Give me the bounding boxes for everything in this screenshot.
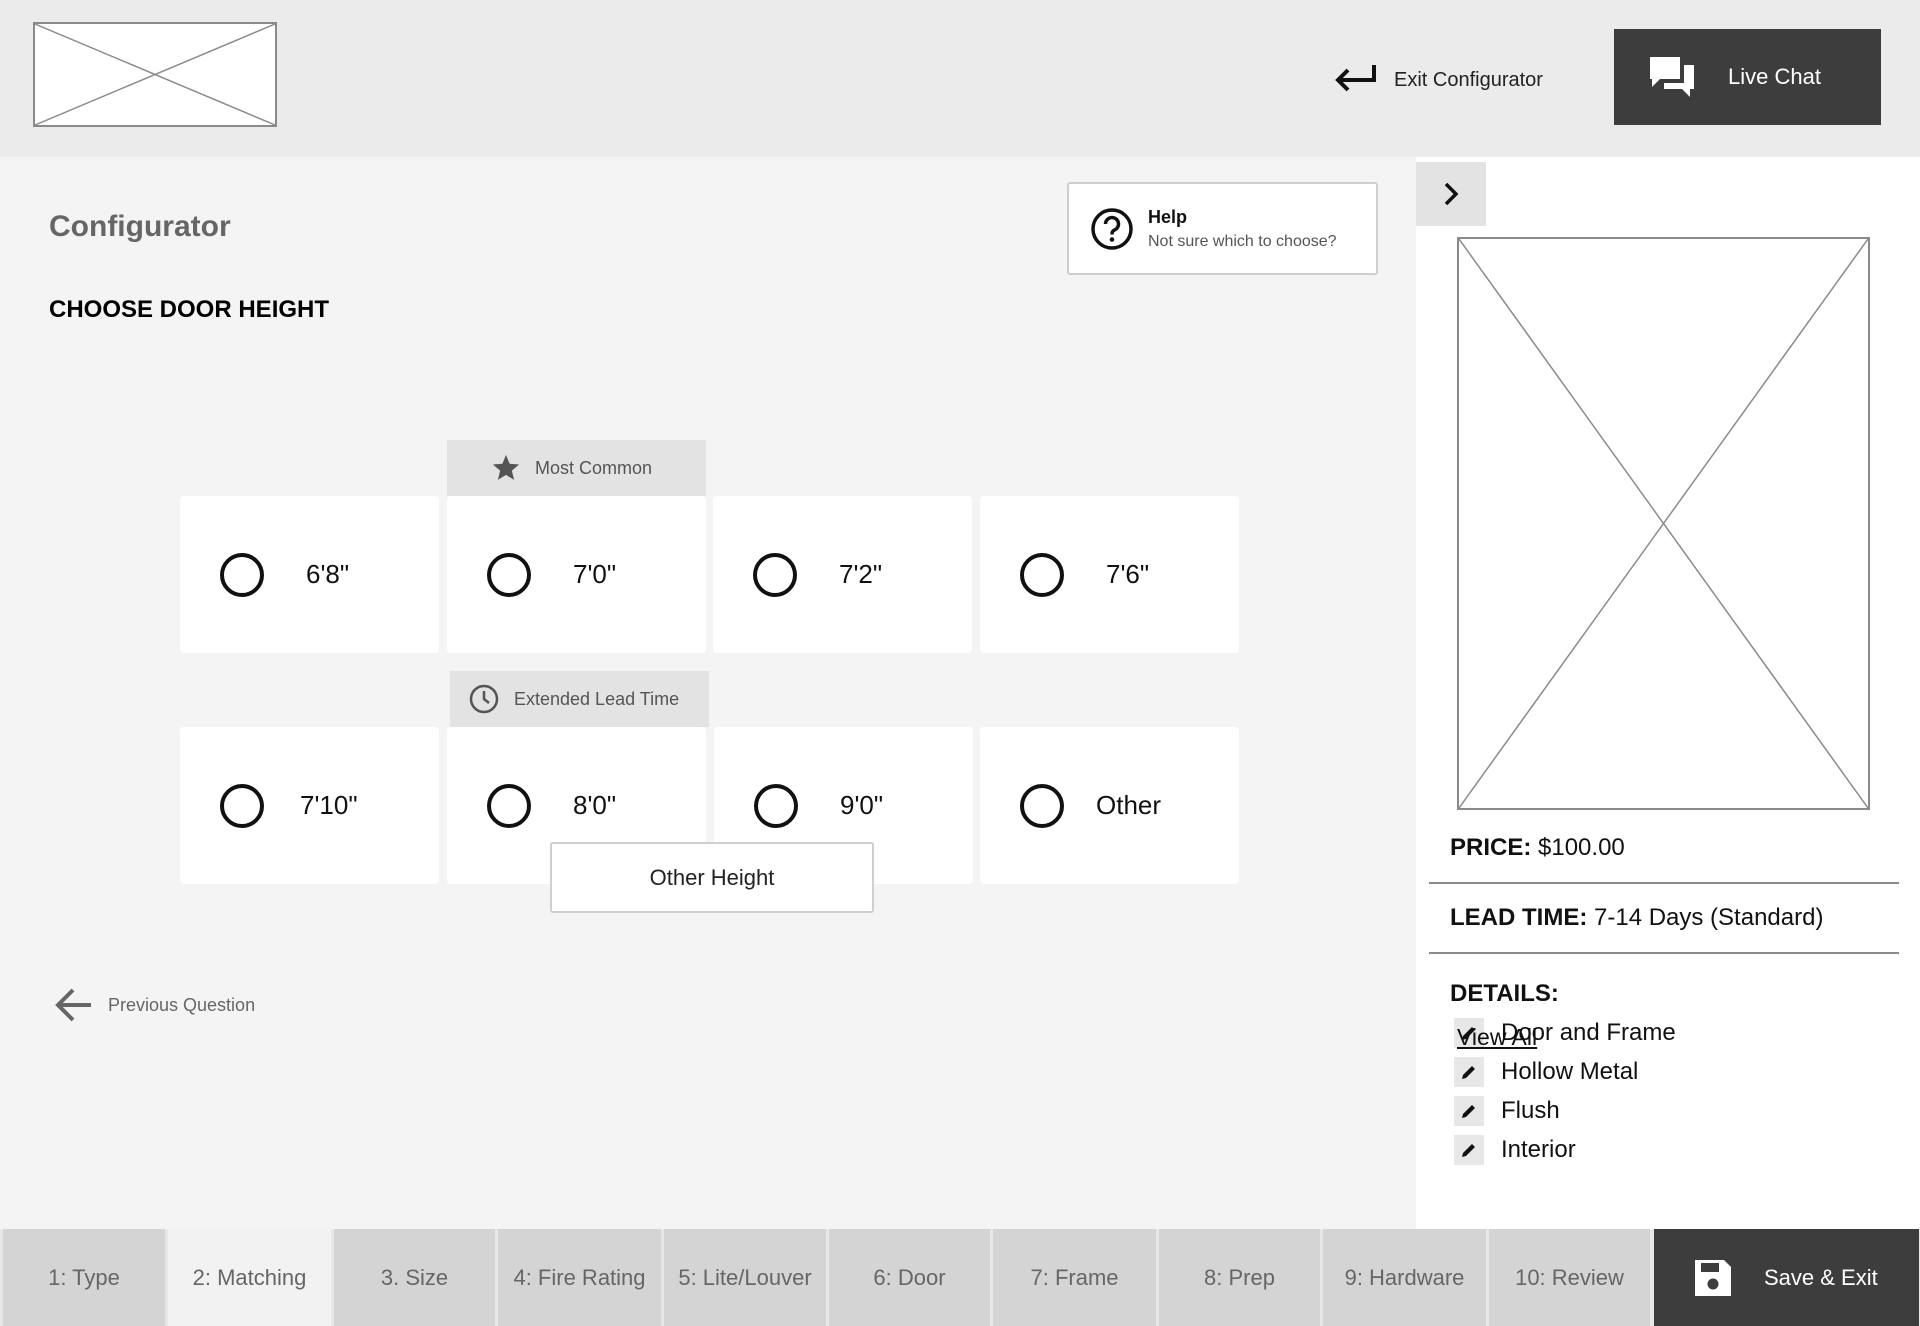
option-label: 8'0" [573, 790, 617, 820]
live-chat-label: Live Chat [1728, 64, 1821, 89]
step-tab-frame[interactable]: 7: Frame [993, 1229, 1156, 1326]
detail-label: Hollow Metal [1501, 1058, 1639, 1085]
detail-item-interior[interactable]: Interior [1454, 1135, 1576, 1165]
step-tab-size[interactable]: 3. Size [334, 1229, 495, 1326]
other-height-button[interactable]: Other Height [550, 842, 874, 913]
option-label: 9'0" [840, 790, 884, 820]
step-tab-review[interactable]: 10: Review [1489, 1229, 1650, 1326]
option-label: 7'10" [300, 790, 358, 820]
clock-icon [469, 684, 499, 714]
step-tab-type[interactable]: 1: Type [3, 1229, 165, 1326]
details-heading: DETAILS: [1450, 980, 1559, 1007]
step-tab-lite-louver[interactable]: 5: Lite/Louver [664, 1229, 826, 1326]
detail-label: Flush [1501, 1097, 1560, 1124]
radio-button[interactable] [1020, 783, 1064, 828]
radio-button[interactable] [1020, 552, 1064, 597]
price-value: $100.00 [1538, 834, 1625, 861]
previous-question-link[interactable]: Previous Question [54, 987, 255, 1023]
height-option-7-2[interactable]: 7'2" [713, 496, 972, 653]
detail-label: Interior [1501, 1136, 1576, 1163]
option-label: 7'0" [573, 559, 617, 589]
chevron-right-icon [1444, 182, 1459, 206]
radio-button[interactable] [220, 783, 264, 828]
most-common-tag: Most Common [447, 440, 706, 496]
height-option-other[interactable]: Other [980, 727, 1239, 884]
radio-button[interactable] [487, 783, 531, 828]
page-title: Configurator [49, 210, 231, 243]
help-subtitle: Not sure which to choose? [1148, 232, 1337, 250]
star-icon [492, 454, 520, 480]
step-navigation: 1: Type 2: Matching 3. Size 4: Fire Rati… [0, 1229, 1920, 1326]
help-title: Help [1148, 206, 1188, 227]
save-and-exit-button[interactable]: Save & Exit [1654, 1229, 1919, 1326]
most-common-label: Most Common [535, 457, 653, 478]
step-tab-matching[interactable]: 2: Matching [168, 1229, 331, 1326]
main-panel: Configurator CHOOSE DOOR HEIGHT Help Not… [0, 157, 1416, 1229]
floppy-disk-icon [1695, 1259, 1731, 1296]
detail-item-flush[interactable]: Flush [1454, 1096, 1560, 1126]
divider [1429, 952, 1899, 954]
extended-lead-time-label: Extended Lead Time [514, 688, 680, 709]
radio-button[interactable] [753, 552, 797, 597]
product-preview-image [1457, 237, 1870, 810]
live-chat-button[interactable]: Live Chat [1614, 29, 1881, 125]
help-button[interactable]: Help Not sure which to choose? [1067, 182, 1378, 275]
step-tab-door[interactable]: 6: Door [829, 1229, 990, 1326]
exit-configurator-link[interactable]: Exit Configurator [1334, 60, 1543, 100]
pencil-icon[interactable] [1454, 1057, 1484, 1087]
price-label: PRICE: [1450, 834, 1532, 861]
step-tab-fire-rating[interactable]: 4: Fire Rating [498, 1229, 661, 1326]
height-option-7-6[interactable]: 7'6" [980, 496, 1239, 653]
summary-sidebar: PRICE: $100.00 LEAD TIME: 7-14 Days (Sta… [1416, 157, 1920, 1229]
radio-button[interactable] [487, 552, 531, 597]
height-option-7-10[interactable]: 7'10" [180, 727, 439, 884]
divider [1429, 882, 1899, 884]
price-row: PRICE: $100.00 [1450, 834, 1625, 862]
radio-button[interactable] [754, 783, 798, 828]
option-label: 7'6" [1106, 559, 1150, 589]
step-tab-hardware[interactable]: 9: Hardware [1323, 1229, 1486, 1326]
header: Exit Configurator Live Chat [0, 0, 1920, 157]
extended-lead-time-tag: Extended Lead Time [450, 671, 709, 727]
question-heading: CHOOSE DOOR HEIGHT [49, 296, 330, 323]
collapse-sidebar-button[interactable] [1416, 162, 1486, 226]
lead-time-label: LEAD TIME: [1450, 904, 1588, 931]
detail-item-hollow-metal[interactable]: Hollow Metal [1454, 1057, 1638, 1087]
radio-button[interactable] [220, 552, 264, 597]
height-option-7-0[interactable]: 7'0" [447, 496, 706, 653]
option-label: 6'8" [306, 559, 350, 589]
return-arrow-icon [1334, 62, 1376, 99]
lead-time-row: LEAD TIME: 7-14 Days (Standard) [1450, 904, 1823, 932]
pencil-icon[interactable] [1454, 1096, 1484, 1126]
height-option-6-8[interactable]: 6'8" [180, 496, 439, 653]
chat-bubbles-icon [1650, 57, 1694, 97]
save-and-exit-label: Save & Exit [1764, 1264, 1878, 1290]
exit-configurator-label: Exit Configurator [1394, 68, 1543, 91]
question-circle-icon [1091, 207, 1133, 250]
pencil-icon[interactable] [1454, 1135, 1484, 1165]
view-all-link[interactable]: View All [1457, 1024, 1537, 1051]
logo-placeholder [33, 22, 277, 127]
previous-question-label: Previous Question [108, 994, 256, 1015]
option-label: Other [1096, 790, 1162, 820]
option-label: 7'2" [839, 559, 883, 589]
step-tab-prep[interactable]: 8: Prep [1159, 1229, 1320, 1326]
lead-time-value: 7-14 Days (Standard) [1594, 904, 1824, 931]
arrow-left-icon [55, 988, 91, 1022]
